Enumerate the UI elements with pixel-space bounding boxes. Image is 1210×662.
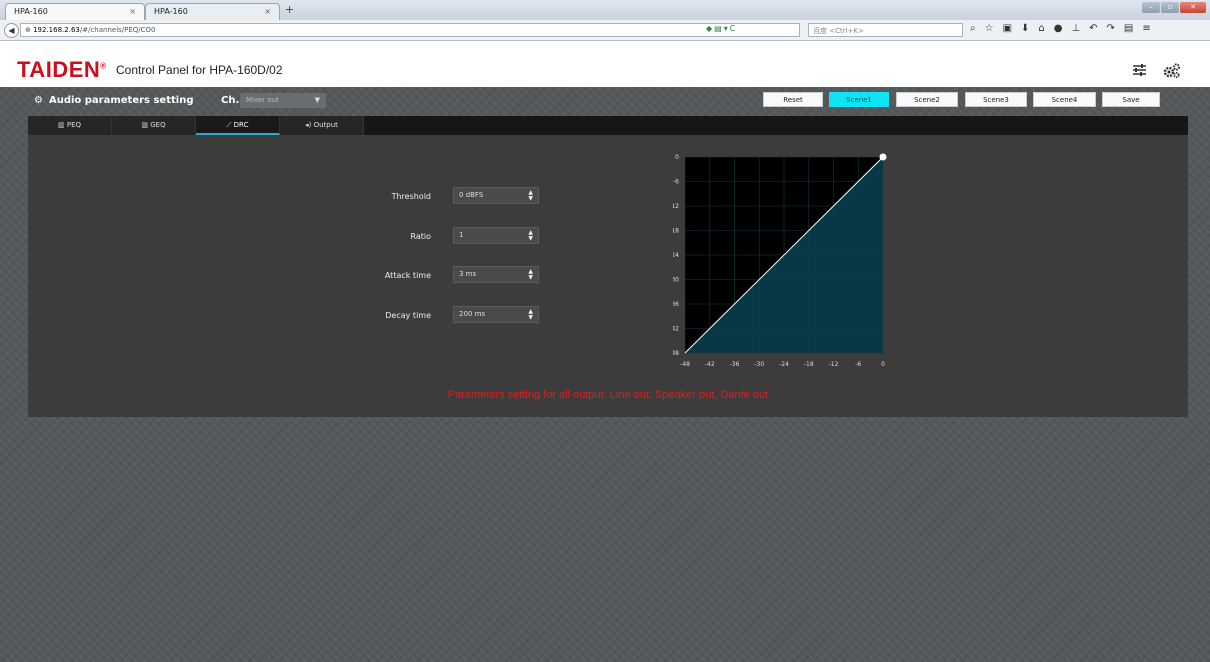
- ratio-input[interactable]: 1 ▲ ▼: [453, 227, 539, 244]
- line-chart-icon: ⟋: [226, 121, 234, 129]
- close-tab-icon[interactable]: ×: [264, 7, 271, 16]
- chart-icon: ▥: [141, 121, 151, 129]
- x-tick-label: -24: [779, 361, 789, 368]
- stepper-icon[interactable]: ▲ ▼: [528, 190, 533, 202]
- browser-tab-bar: HPA-160 × HPA-160 × + – ▫ ✕: [0, 0, 1210, 21]
- globe-icon: ⊕: [25, 26, 34, 34]
- browser-tab[interactable]: HPA-160 ×: [5, 3, 145, 20]
- x-tick-label: -12: [829, 361, 839, 368]
- y-tick-label: -24: [673, 252, 679, 259]
- url-host: 192.168.2.63: [33, 26, 80, 34]
- decay-time-label: Decay time: [385, 311, 431, 320]
- chart-icon: ▥: [58, 121, 67, 129]
- stepper-icon[interactable]: ▲ ▼: [528, 269, 533, 281]
- tab-geq[interactable]: ▥ GEQ: [112, 116, 196, 135]
- page-title: Control Panel for HPA-160D/02: [116, 63, 283, 77]
- scene2-button[interactable]: Scene2: [896, 92, 958, 107]
- channel-select[interactable]: Mixer out ▼: [240, 93, 326, 108]
- window-controls: – ▫ ✕: [1141, 2, 1206, 13]
- reset-button[interactable]: Reset: [763, 92, 823, 107]
- subtab-bar: ▥ PEQ ▥ GEQ ⟋ DRC ◂) Output: [28, 116, 1188, 135]
- drc-panel: ▥ PEQ ▥ GEQ ⟋ DRC ◂) Output Threshold 0 …: [28, 116, 1188, 417]
- browser-tab[interactable]: HPA-160 ×: [145, 3, 280, 20]
- x-tick-label: -36: [730, 361, 740, 368]
- ratio-value: 1: [459, 231, 464, 239]
- drc-curve-chart[interactable]: -48 -42 -36 -30 -24 -18 -12 -6 0 0 -6 -12 -18 -24 -30 -…: [673, 148, 903, 372]
- y-tick-label: -36: [673, 301, 679, 308]
- minimize-button[interactable]: –: [1142, 2, 1160, 13]
- tab-output[interactable]: ◂) Output: [280, 116, 364, 135]
- gears-icon[interactable]: [1163, 63, 1181, 83]
- output-note: Parameters setting for all output: Line …: [447, 389, 769, 401]
- gear-icon: ⚙: [34, 95, 43, 106]
- channel-label: Ch.: [221, 95, 240, 106]
- parameters-toolbar: ⚙ Audio parameters setting Ch. Mixer out …: [28, 90, 1188, 116]
- x-tick-label: 0: [881, 361, 885, 368]
- y-tick-label: -18: [673, 228, 679, 235]
- sliders-icon[interactable]: [1132, 63, 1147, 81]
- chevron-down-icon: ▼: [314, 96, 320, 104]
- y-tick-label: -12: [673, 203, 679, 210]
- browser-toolbar-icons[interactable]: ⌕☆▣⬇⌂●⊥↶↷▤≡: [970, 23, 1160, 34]
- decay-time-input[interactable]: 200 ms ▲ ▼: [453, 306, 539, 323]
- back-icon[interactable]: ◀: [4, 23, 19, 38]
- close-tab-icon[interactable]: ×: [129, 7, 136, 16]
- scene3-button[interactable]: Scene3: [965, 92, 1027, 107]
- tab-peq[interactable]: ▥ PEQ: [28, 116, 112, 135]
- y-tick-label: -30: [673, 277, 679, 284]
- browser-tab-title: HPA-160: [154, 7, 188, 16]
- navigation-bar: ◀ ⊕ 192.168.2.63/#/channels/PEQ/CO0 ◆▤▾C…: [0, 20, 1210, 41]
- url-path: /#/channels/PEQ/CO0: [79, 26, 156, 34]
- scene1-button[interactable]: Scene1: [829, 92, 889, 107]
- threshold-input[interactable]: 0 dBFS ▲ ▼: [453, 187, 539, 204]
- stepper-icon[interactable]: ▲ ▼: [528, 230, 533, 242]
- attack-time-label: Attack time: [384, 271, 431, 280]
- y-tick-label: -48: [673, 350, 679, 357]
- x-tick-label: -18: [804, 361, 814, 368]
- browser-tab-title: HPA-160: [14, 7, 48, 16]
- save-button[interactable]: Save: [1102, 92, 1160, 107]
- attack-time-input[interactable]: 3 ms ▲ ▼: [453, 266, 539, 283]
- address-bar[interactable]: ⊕ 192.168.2.63/#/channels/PEQ/CO0: [20, 23, 800, 37]
- y-tick-label: 0: [675, 154, 679, 161]
- x-tick-label: -48: [680, 361, 690, 368]
- y-tick-label: -42: [673, 326, 679, 333]
- security-icon[interactable]: ◆▤▾C: [706, 24, 737, 33]
- search-placeholder: 百度 <Ctrl+K>: [813, 27, 864, 35]
- tab-drc[interactable]: ⟋ DRC: [196, 116, 280, 135]
- window-close-button[interactable]: ✕: [1180, 2, 1206, 13]
- new-tab-button[interactable]: +: [285, 3, 294, 16]
- channel-value: Mixer out: [246, 96, 279, 104]
- curve-handle[interactable]: [879, 153, 887, 161]
- stepper-icon[interactable]: ▲ ▼: [528, 309, 533, 321]
- scene4-button[interactable]: Scene4: [1033, 92, 1096, 107]
- speaker-icon: ◂): [305, 121, 314, 129]
- taiden-logo: TAIDEN®: [17, 57, 107, 82]
- x-tick-label: -6: [855, 361, 861, 368]
- x-tick-label: -42: [705, 361, 715, 368]
- ratio-label: Ratio: [410, 232, 431, 241]
- threshold-value: 0 dBFS: [459, 191, 484, 199]
- decay-time-value: 200 ms: [459, 310, 486, 318]
- search-input[interactable]: 百度 <Ctrl+K>: [808, 23, 963, 37]
- y-tick-label: -6: [673, 179, 679, 186]
- app-header: TAIDEN® Control Panel for HPA-160D/02: [0, 41, 1210, 87]
- section-title: ⚙ Audio parameters setting: [34, 95, 194, 106]
- x-tick-label: -30: [754, 361, 764, 368]
- threshold-label: Threshold: [391, 192, 431, 201]
- maximize-button[interactable]: ▫: [1161, 2, 1179, 13]
- attack-time-value: 3 ms: [459, 270, 477, 278]
